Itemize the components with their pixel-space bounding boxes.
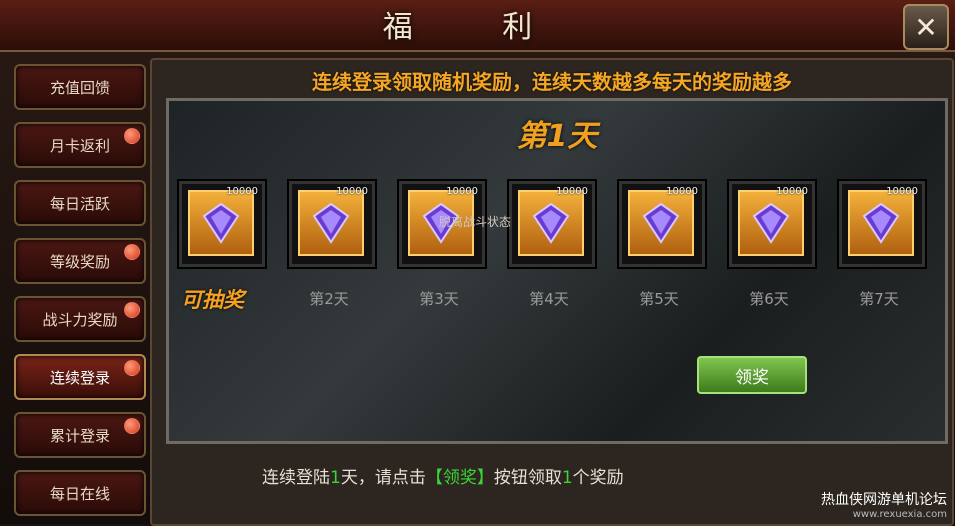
- close-icon: ✕: [914, 10, 938, 44]
- claimable-label: 可抽奖: [181, 288, 244, 312]
- sidebar: 充值回馈 月卡返利 每日活跃 等级奖励 战斗力奖励 连续登录 累计登录 每日在线: [6, 58, 148, 522]
- close-button[interactable]: ✕: [903, 4, 949, 50]
- title-bar: 福 利 ✕: [0, 0, 955, 52]
- sidebar-item-daily-active[interactable]: 每日活跃: [14, 180, 146, 226]
- sidebar-item-total-login[interactable]: 累计登录: [14, 412, 146, 458]
- notification-dot: [124, 418, 140, 434]
- notification-dot: [124, 244, 140, 260]
- watermark-line1: 热血侠网游单机论坛: [821, 492, 947, 508]
- reward-qty: 10000: [556, 186, 588, 197]
- footer-hint: 连续登陆1天，请点击【领奖】按钮领取1个奖励: [262, 463, 624, 488]
- gem-icon: [738, 190, 804, 256]
- watermark-line2: www.rexuexia.com: [852, 509, 947, 520]
- footer-count: 1: [561, 468, 573, 488]
- sidebar-item-label: 每日活跃: [49, 194, 110, 213]
- footer-days: 1: [330, 468, 341, 488]
- claim-button[interactable]: 领奖: [697, 356, 807, 394]
- reward-qty: 10000: [666, 186, 698, 197]
- reward-qty: 10000: [776, 186, 808, 197]
- sidebar-item-label: 月卡返利: [49, 136, 110, 155]
- day-label: 第4天: [529, 290, 569, 308]
- footer-prefix: 连续登陆: [262, 468, 330, 488]
- footer-button-ref: 【领奖】: [425, 468, 494, 488]
- sidebar-item-label: 累计登录: [49, 426, 110, 445]
- gem-icon: [188, 190, 254, 256]
- footer-suffix1: 按钮领取: [493, 468, 562, 488]
- reward-panel: 第1天 10000 10000 10000 10000 10000 10000 …: [166, 98, 948, 444]
- reward-slot[interactable]: 10000: [839, 181, 925, 267]
- reward-slot[interactable]: 10000: [729, 181, 815, 267]
- notification-dot: [124, 128, 140, 144]
- footer-mid: 天，请点击: [340, 468, 426, 488]
- gem-icon: [518, 190, 584, 256]
- gem-icon: [848, 190, 914, 256]
- sidebar-item-level-reward[interactable]: 等级奖励: [14, 238, 146, 284]
- sidebar-item-label: 连续登录: [49, 368, 110, 387]
- day-label: 第6天: [749, 290, 789, 308]
- day-label: 第2天: [309, 290, 349, 308]
- day-label: 第5天: [639, 290, 679, 308]
- reward-qty: 10000: [226, 186, 258, 197]
- reward-qty: 10000: [336, 186, 368, 197]
- reward-qty: 10000: [446, 186, 478, 197]
- sidebar-item-recharge[interactable]: 充值回馈: [14, 64, 146, 110]
- sidebar-item-label: 每日在线: [49, 484, 110, 503]
- sidebar-item-consecutive-login[interactable]: 连续登录: [14, 354, 146, 400]
- day-label: 第3天: [419, 290, 459, 308]
- gem-icon: [298, 190, 364, 256]
- headline: 连续登录领取随机奖励，连续天数越多每天的奖励越多: [312, 70, 792, 94]
- sidebar-item-power-reward[interactable]: 战斗力奖励: [14, 296, 146, 342]
- site-watermark: 热血侠网游单机论坛 www.rexuexia.com: [821, 489, 947, 520]
- reward-slot[interactable]: 10000: [289, 181, 375, 267]
- gem-icon: [628, 190, 694, 256]
- game-window: 福 利 ✕ 充值回馈 月卡返利 每日活跃 等级奖励 战斗力奖励 连续登录 累计登…: [0, 0, 955, 526]
- window-title: 福 利: [382, 10, 573, 45]
- sidebar-item-label: 战斗力奖励: [42, 310, 118, 329]
- notification-dot: [124, 360, 140, 376]
- sidebar-item-monthly-card[interactable]: 月卡返利: [14, 122, 146, 168]
- main-panel: 连续登录领取随机奖励，连续天数越多每天的奖励越多 第1天 10000 10000…: [150, 58, 954, 526]
- reward-slot[interactable]: 10000: [509, 181, 595, 267]
- day-title: 第1天: [516, 119, 598, 154]
- reward-slot[interactable]: 10000: [179, 181, 265, 267]
- reward-slot[interactable]: 10000: [619, 181, 705, 267]
- footer-suffix2: 个奖励: [572, 468, 624, 488]
- sidebar-item-daily-online[interactable]: 每日在线: [14, 470, 146, 516]
- status-overlay-text: 脱离战斗状态: [439, 215, 512, 229]
- notification-dot: [124, 302, 140, 318]
- sidebar-item-label: 等级奖励: [49, 252, 110, 271]
- day-label: 第7天: [859, 290, 899, 308]
- sidebar-item-label: 充值回馈: [49, 78, 110, 97]
- reward-qty: 10000: [886, 186, 918, 197]
